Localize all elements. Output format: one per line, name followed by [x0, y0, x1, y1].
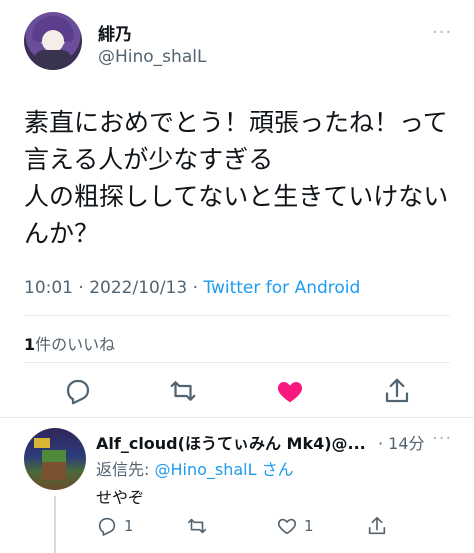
retweet-icon[interactable]	[168, 376, 198, 406]
reply-text: せやぞ	[96, 488, 145, 507]
author-display-name[interactable]: 緋乃	[98, 20, 132, 45]
tweet-source[interactable]: Twitter for Android	[203, 278, 360, 298]
reply-count: 1	[124, 517, 134, 535]
avatar-face	[42, 30, 64, 52]
heart-icon	[276, 515, 298, 537]
reply-share-button[interactable]	[366, 514, 388, 538]
heart-icon[interactable]	[275, 376, 305, 406]
divider	[24, 362, 450, 363]
reply-tweet[interactable]: Alf_cloud(ほうてぃみん Mk4)@... · 14分 ··· 返信先:…	[0, 418, 474, 553]
divider	[24, 315, 450, 316]
replying-suffix: さん	[256, 460, 294, 479]
replying-mention[interactable]: @Hino_shalL	[154, 460, 256, 479]
reply-author-name[interactable]: Alf_cloud(ほうてぃみん Mk4)@...	[96, 430, 386, 454]
replying-to: 返信先: @Hino_shalL さん	[96, 456, 294, 480]
reply-icon	[96, 515, 118, 537]
reply-retweet-button[interactable]	[186, 514, 208, 538]
likes-count: 1	[24, 335, 36, 354]
reply-like-button[interactable]: 1	[276, 514, 314, 538]
reply-actions: 1 1	[0, 514, 474, 544]
tweet-actions	[0, 372, 474, 412]
reply-reply-button[interactable]: 1	[96, 514, 134, 538]
like-count: 1	[304, 517, 314, 535]
more-options-icon[interactable]: ···	[432, 428, 452, 449]
likes-summary[interactable]: 1件のいいね	[24, 331, 115, 355]
tweet-meta: 10:01 · 2022/10/13 · Twitter for Android	[24, 278, 360, 298]
author-avatar[interactable]	[24, 12, 82, 70]
more-options-icon[interactable]: ···	[432, 22, 452, 43]
share-icon	[366, 515, 388, 537]
retweet-icon	[186, 515, 208, 537]
tweet-text: 素直におめでとう！頑張ったね！って 言える人が少なすぎる 人の粗探ししてないと生…	[24, 108, 449, 248]
reply-icon[interactable]	[63, 376, 93, 406]
avatar-body	[34, 50, 72, 70]
replying-prefix: 返信先:	[96, 460, 155, 479]
likes-label: 件のいいね	[35, 335, 116, 354]
author-handle[interactable]: @Hino_shalL	[98, 47, 206, 67]
avatar-tag	[34, 438, 50, 448]
share-icon[interactable]	[382, 376, 412, 406]
reply-timestamp[interactable]: · 14分	[378, 430, 425, 454]
avatar-block	[42, 462, 66, 480]
reply-author-avatar[interactable]	[24, 428, 86, 490]
tweet-timestamp[interactable]: 10:01 · 2022/10/13 ·	[24, 278, 203, 298]
